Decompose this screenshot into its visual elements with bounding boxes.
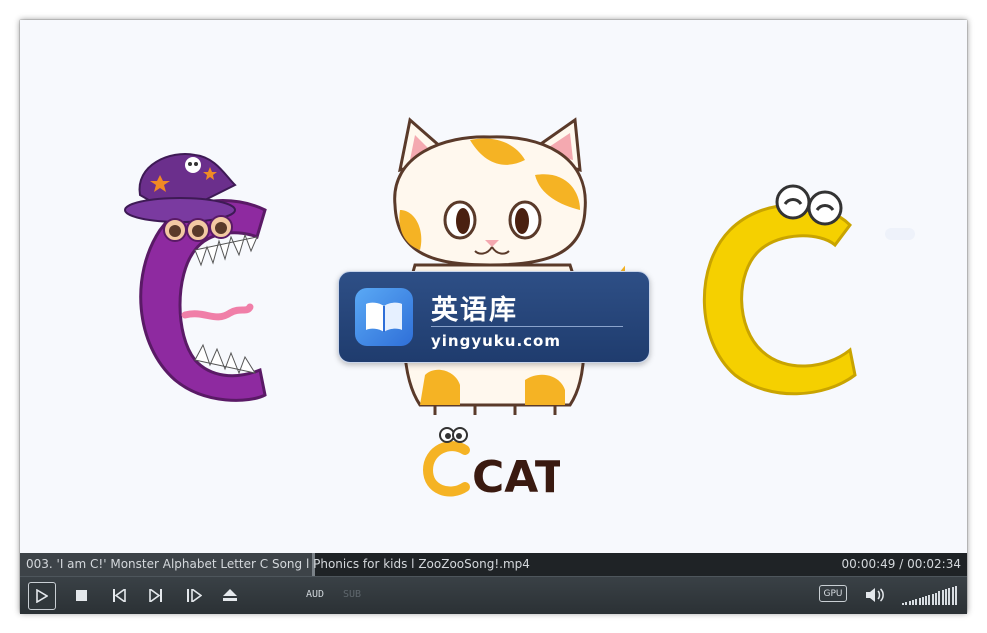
player-window: CAT 英语库 yingyuku.com 003. 'I am C!' Mons… [20, 20, 967, 614]
monster-letter-c-image [124, 153, 267, 402]
eject-icon [223, 589, 237, 601]
watermark-title: 英语库 [431, 295, 518, 326]
volume-level-bar [905, 601, 908, 605]
next-icon [149, 588, 162, 602]
volume-level-bar [918, 597, 921, 605]
volume-slider[interactable] [902, 585, 958, 605]
volume-level-bar [925, 595, 928, 605]
book-icon [355, 288, 413, 346]
frame-step-button[interactable] [184, 586, 204, 604]
volume-level-bar [941, 590, 944, 605]
subtitle-track-button[interactable]: SUB [343, 589, 361, 600]
gpu-toggle[interactable]: GPU [819, 585, 847, 602]
file-name: 003. 'I am C!' Monster Alphabet Letter C… [26, 557, 530, 571]
seek-bar[interactable]: 003. 'I am C!' Monster Alphabet Letter C… [20, 553, 967, 576]
volume-level-bar [954, 586, 957, 605]
volume-level-bar [944, 589, 947, 605]
volume-level-bar [928, 594, 931, 605]
watermark-url: yingyuku.com [431, 332, 561, 350]
volume-level-bar [948, 588, 951, 605]
sparkle-shape [885, 228, 915, 240]
video-frame[interactable]: CAT 英语库 yingyuku.com [20, 20, 967, 553]
volume-level-bar [921, 596, 924, 605]
eject-button[interactable] [221, 586, 239, 604]
happy-letter-c-image [702, 184, 857, 396]
audio-track-button[interactable]: AUD [306, 589, 324, 600]
previous-icon [113, 588, 126, 602]
stop-icon [75, 589, 87, 601]
play-button[interactable] [28, 582, 56, 610]
volume-level-bar [931, 593, 934, 605]
time-display: 00:00:49 / 00:02:34 [841, 557, 961, 571]
previous-button[interactable] [110, 586, 128, 604]
volume-level-bar [951, 587, 954, 605]
watermark-banner: 英语库 yingyuku.com [338, 271, 650, 363]
volume-level-bar [915, 598, 918, 605]
cat-image [393, 117, 625, 415]
volume-level-bar [938, 591, 941, 605]
volume-level-bar [902, 603, 904, 605]
cat-word-image: CAT [422, 427, 560, 503]
speaker-icon [866, 588, 884, 602]
next-button[interactable] [147, 586, 165, 604]
frame-step-icon [187, 588, 202, 602]
control-bar: AUD SUB GPU [20, 576, 967, 614]
play-icon [36, 589, 48, 603]
mute-button[interactable] [864, 585, 886, 605]
cat-word-text: CAT [472, 452, 560, 503]
volume-level-bar [908, 600, 911, 605]
watermark-divider [431, 326, 623, 327]
volume-level-bar [935, 592, 937, 605]
stop-button[interactable] [72, 586, 90, 604]
volume-level-bar [911, 599, 914, 605]
